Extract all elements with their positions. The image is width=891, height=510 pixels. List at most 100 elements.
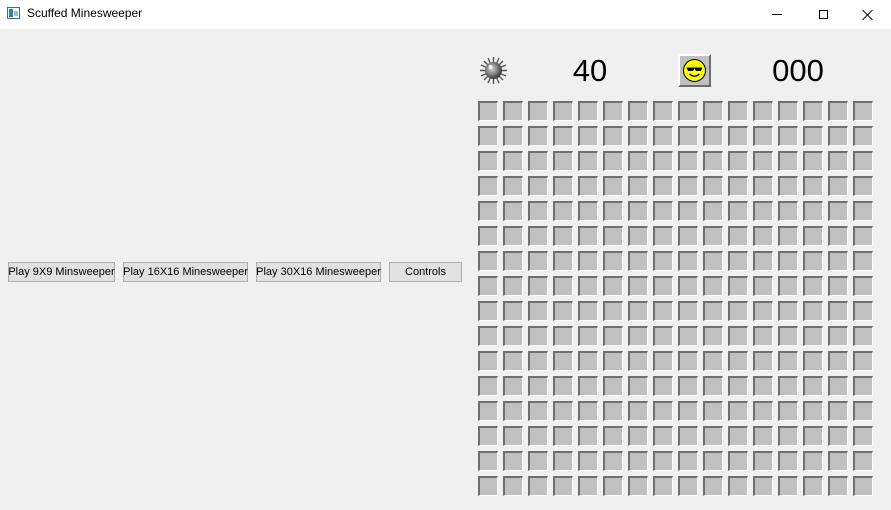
minefield-cell[interactable] <box>503 426 523 446</box>
minefield-cell[interactable] <box>728 151 748 171</box>
minefield-cell[interactable] <box>628 476 648 496</box>
minefield-cell[interactable] <box>728 126 748 146</box>
minefield-cell[interactable] <box>753 201 773 221</box>
minefield-cell[interactable] <box>653 276 673 296</box>
minefield-cell[interactable] <box>478 426 498 446</box>
minefield-cell[interactable] <box>803 201 823 221</box>
minefield-cell[interactable] <box>528 376 548 396</box>
minefield-cell[interactable] <box>853 426 873 446</box>
minefield-cell[interactable] <box>678 226 698 246</box>
minefield-cell[interactable] <box>553 326 573 346</box>
minefield-cell[interactable] <box>478 226 498 246</box>
minefield-cell[interactable] <box>678 301 698 321</box>
minefield-cell[interactable] <box>528 401 548 421</box>
minefield-cell[interactable] <box>828 176 848 196</box>
minefield-cell[interactable] <box>603 276 623 296</box>
minefield-cell[interactable] <box>653 426 673 446</box>
minefield-cell[interactable] <box>578 451 598 471</box>
play-9x9-button[interactable]: Play 9X9 Minsweeper <box>8 262 115 282</box>
minefield-cell[interactable] <box>753 451 773 471</box>
minefield-cell[interactable] <box>578 126 598 146</box>
minefield-cell[interactable] <box>578 251 598 271</box>
minefield-cell[interactable] <box>578 276 598 296</box>
minefield-cell[interactable] <box>603 101 623 121</box>
minefield-cell[interactable] <box>678 151 698 171</box>
minefield-cell[interactable] <box>828 451 848 471</box>
minefield-cell[interactable] <box>603 201 623 221</box>
minefield-cell[interactable] <box>803 176 823 196</box>
minefield-cell[interactable] <box>678 251 698 271</box>
minefield-cell[interactable] <box>728 201 748 221</box>
minefield-cell[interactable] <box>503 351 523 371</box>
minefield-cell[interactable] <box>653 201 673 221</box>
minefield-cell[interactable] <box>803 276 823 296</box>
minefield-cell[interactable] <box>478 326 498 346</box>
close-button[interactable] <box>845 0 891 29</box>
minefield-cell[interactable] <box>753 351 773 371</box>
minefield-cell[interactable] <box>778 126 798 146</box>
minefield-cell[interactable] <box>553 451 573 471</box>
minefield-cell[interactable] <box>528 201 548 221</box>
minefield-cell[interactable] <box>653 151 673 171</box>
minefield-cell[interactable] <box>803 251 823 271</box>
minefield-cell[interactable] <box>653 451 673 471</box>
minefield-cell[interactable] <box>778 251 798 271</box>
minefield-cell[interactable] <box>478 476 498 496</box>
minefield-cell[interactable] <box>703 251 723 271</box>
minefield-cell[interactable] <box>803 301 823 321</box>
minefield-cell[interactable] <box>853 451 873 471</box>
minefield-cell[interactable] <box>478 126 498 146</box>
minefield-cell[interactable] <box>653 476 673 496</box>
minefield-cell[interactable] <box>578 401 598 421</box>
minefield-cell[interactable] <box>603 426 623 446</box>
minefield-cell[interactable] <box>553 276 573 296</box>
minefield-cell[interactable] <box>528 351 548 371</box>
minefield-cell[interactable] <box>828 351 848 371</box>
minefield-cell[interactable] <box>778 326 798 346</box>
minefield-cell[interactable] <box>603 401 623 421</box>
minefield-cell[interactable] <box>728 101 748 121</box>
minefield-cell[interactable] <box>678 101 698 121</box>
minefield-cell[interactable] <box>853 476 873 496</box>
play-30x16-button[interactable]: Play 30X16 Minesweeper <box>256 262 381 282</box>
minefield-cell[interactable] <box>603 351 623 371</box>
minefield-cell[interactable] <box>753 376 773 396</box>
minefield-cell[interactable] <box>628 376 648 396</box>
minefield-cell[interactable] <box>528 326 548 346</box>
minefield-cell[interactable] <box>503 226 523 246</box>
minefield-cell[interactable] <box>703 201 723 221</box>
minefield-cell[interactable] <box>703 376 723 396</box>
minefield-cell[interactable] <box>678 126 698 146</box>
minefield-cell[interactable] <box>653 101 673 121</box>
minefield-cell[interactable] <box>778 301 798 321</box>
minefield-cell[interactable] <box>628 301 648 321</box>
minefield-cell[interactable] <box>653 251 673 271</box>
minefield-cell[interactable] <box>628 326 648 346</box>
minefield-cell[interactable] <box>753 401 773 421</box>
minefield-cell[interactable] <box>728 301 748 321</box>
minefield-cell[interactable] <box>703 151 723 171</box>
minefield-cell[interactable] <box>603 226 623 246</box>
minefield-cell[interactable] <box>603 476 623 496</box>
minefield-cell[interactable] <box>678 401 698 421</box>
minefield-cell[interactable] <box>578 376 598 396</box>
minefield-cell[interactable] <box>503 101 523 121</box>
minefield-cell[interactable] <box>553 301 573 321</box>
minefield-cell[interactable] <box>478 151 498 171</box>
minefield-cell[interactable] <box>803 376 823 396</box>
minefield-cell[interactable] <box>828 226 848 246</box>
minefield-cell[interactable] <box>828 251 848 271</box>
minefield-cell[interactable] <box>753 251 773 271</box>
minefield-cell[interactable] <box>528 251 548 271</box>
minefield-cell[interactable] <box>553 351 573 371</box>
minefield-cell[interactable] <box>703 476 723 496</box>
minefield-cell[interactable] <box>653 376 673 396</box>
minefield-cell[interactable] <box>803 426 823 446</box>
minefield-cell[interactable] <box>578 226 598 246</box>
minefield-cell[interactable] <box>728 326 748 346</box>
minimize-button[interactable] <box>754 0 800 29</box>
minefield-cell[interactable] <box>703 226 723 246</box>
minefield-cell[interactable] <box>503 251 523 271</box>
minefield-cell[interactable] <box>828 426 848 446</box>
minefield-cell[interactable] <box>828 401 848 421</box>
